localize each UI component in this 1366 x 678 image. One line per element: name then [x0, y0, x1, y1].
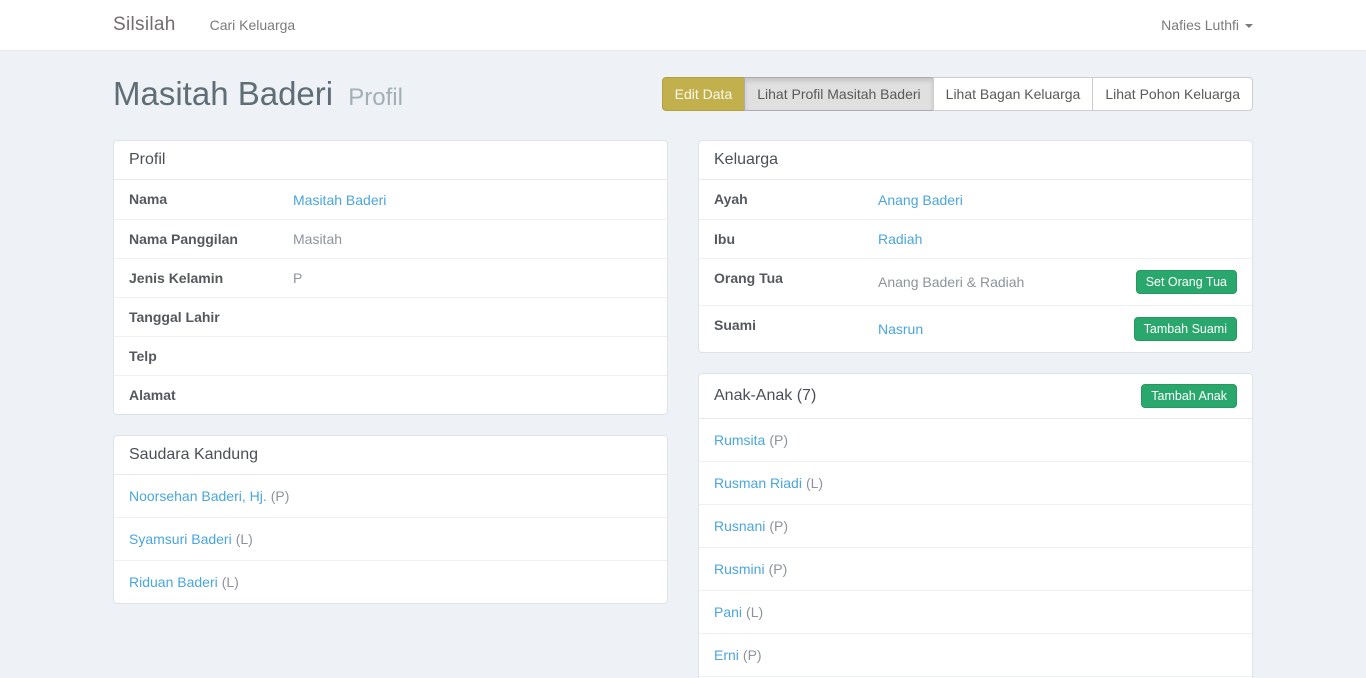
person-link[interactable]: Anang Baderi [878, 192, 963, 208]
user-name: Nafies Luthfi [1161, 17, 1239, 33]
anak-anak-panel: Anak-Anak (7) Tambah Anak Rumsita(P) Rus… [698, 373, 1253, 678]
person-link[interactable]: Syamsuri Baderi [129, 531, 232, 547]
person-link[interactable]: Pani [714, 604, 742, 620]
gender-label: (L) [222, 574, 239, 590]
caret-down-icon [1245, 24, 1253, 28]
left-column: Profil Nama Masitah Baderi Nama Panggila… [113, 140, 668, 678]
person-name: Masitah Baderi [113, 75, 333, 112]
gender-label: (P) [769, 432, 788, 448]
row-label: Nama Panggilan [114, 220, 293, 258]
row-value: Masitah [293, 231, 342, 247]
gender-label: (L) [806, 475, 823, 491]
person-link[interactable]: Masitah Baderi [293, 192, 386, 208]
gender-label: (P) [769, 518, 788, 534]
person-link[interactable]: Rusnani [714, 518, 765, 534]
keluarga-panel: Keluarga Ayah Anang Baderi Ibu Radiah Or… [698, 140, 1253, 353]
profile-actions: Edit Data Lihat Profil Masitah Baderi Li… [662, 77, 1253, 111]
list-item: Rusmini(P) [699, 547, 1252, 590]
lihat-profil-button[interactable]: Lihat Profil Masitah Baderi [744, 77, 933, 111]
list-item: Noorsehan Baderi, Hj.(P) [114, 475, 667, 517]
list-item: Rusnani(P) [699, 504, 1252, 547]
set-orang-tua-button[interactable]: Set Orang Tua [1136, 270, 1237, 294]
gender-label: (L) [236, 531, 253, 547]
person-link[interactable]: Rusmini [714, 561, 765, 577]
table-row: Orang Tua Anang Baderi & Radiah Set Oran… [699, 258, 1252, 305]
list-item: Rusman Riadi(L) [699, 461, 1252, 504]
keluarga-panel-title: Keluarga [714, 151, 778, 169]
person-link[interactable]: Rumsita [714, 432, 765, 448]
lihat-pohon-keluarga-button[interactable]: Lihat Pohon Keluarga [1092, 77, 1253, 111]
tambah-anak-button[interactable]: Tambah Anak [1141, 384, 1237, 408]
row-label: Telp [114, 337, 293, 375]
profil-panel: Profil Nama Masitah Baderi Nama Panggila… [113, 140, 668, 415]
row-label: Nama [114, 180, 293, 219]
page-title: Masitah Baderi Profil [113, 75, 403, 113]
row-label: Alamat [114, 376, 293, 414]
table-row: Telp [114, 336, 667, 375]
table-row: Alamat [114, 375, 667, 414]
row-label: Orang Tua [699, 259, 878, 305]
person-link[interactable]: Nasrun [878, 321, 923, 337]
saudara-kandung-panel: Saudara Kandung Noorsehan Baderi, Hj.(P)… [113, 435, 668, 604]
list-item: Rumsita(P) [699, 419, 1252, 461]
row-label: Suami [699, 306, 878, 352]
anak-panel-title: Anak-Anak (7) [714, 387, 816, 405]
row-value: P [293, 270, 302, 286]
person-link[interactable]: Rusman Riadi [714, 475, 802, 491]
person-link[interactable]: Erni [714, 647, 739, 663]
table-row: Ayah Anang Baderi [699, 180, 1252, 219]
list-item: Erni(P) [699, 633, 1252, 676]
row-label: Tanggal Lahir [114, 298, 293, 336]
app-brand[interactable]: Silsilah [113, 14, 176, 36]
gender-label: (L) [746, 604, 763, 620]
user-menu[interactable]: Nafies Luthfi [1161, 17, 1253, 33]
navbar: Silsilah Cari Keluarga Nafies Luthfi [0, 0, 1366, 51]
lihat-bagan-keluarga-button[interactable]: Lihat Bagan Keluarga [933, 77, 1094, 111]
right-column: Keluarga Ayah Anang Baderi Ibu Radiah Or… [698, 140, 1253, 678]
table-row: Nama Masitah Baderi [114, 180, 667, 219]
row-value: Anang Baderi & Radiah [878, 274, 1024, 290]
gender-label: (P) [271, 488, 290, 504]
gender-label: (P) [769, 561, 788, 577]
table-row: Jenis Kelamin P [114, 258, 667, 297]
person-link[interactable]: Noorsehan Baderi, Hj. [129, 488, 267, 504]
navbar-right: Nafies Luthfi [1161, 17, 1253, 33]
nav-item-cari-keluarga[interactable]: Cari Keluarga [210, 17, 296, 33]
row-label: Ayah [699, 180, 878, 219]
tambah-suami-button[interactable]: Tambah Suami [1134, 317, 1237, 341]
list-item: Pani(L) [699, 590, 1252, 633]
person-link[interactable]: Radiah [878, 231, 922, 247]
table-row: Tanggal Lahir [114, 297, 667, 336]
table-row: Ibu Radiah [699, 219, 1252, 258]
row-label: Jenis Kelamin [114, 259, 293, 297]
saudara-panel-title: Saudara Kandung [129, 446, 258, 464]
person-link[interactable]: Riduan Baderi [129, 574, 218, 590]
list-item: Riduan Baderi(L) [114, 560, 667, 603]
list-item: Syamsuri Baderi(L) [114, 517, 667, 560]
gender-label: (P) [743, 647, 762, 663]
page-header: Masitah Baderi Profil Edit Data Lihat Pr… [113, 75, 1253, 113]
edit-data-button[interactable]: Edit Data [662, 77, 746, 111]
page-subtitle: Profil [348, 84, 403, 111]
table-row: Suami Nasrun Tambah Suami [699, 305, 1252, 352]
table-row: Nama Panggilan Masitah [114, 219, 667, 258]
profil-panel-title: Profil [129, 151, 165, 169]
row-label: Ibu [699, 220, 878, 258]
